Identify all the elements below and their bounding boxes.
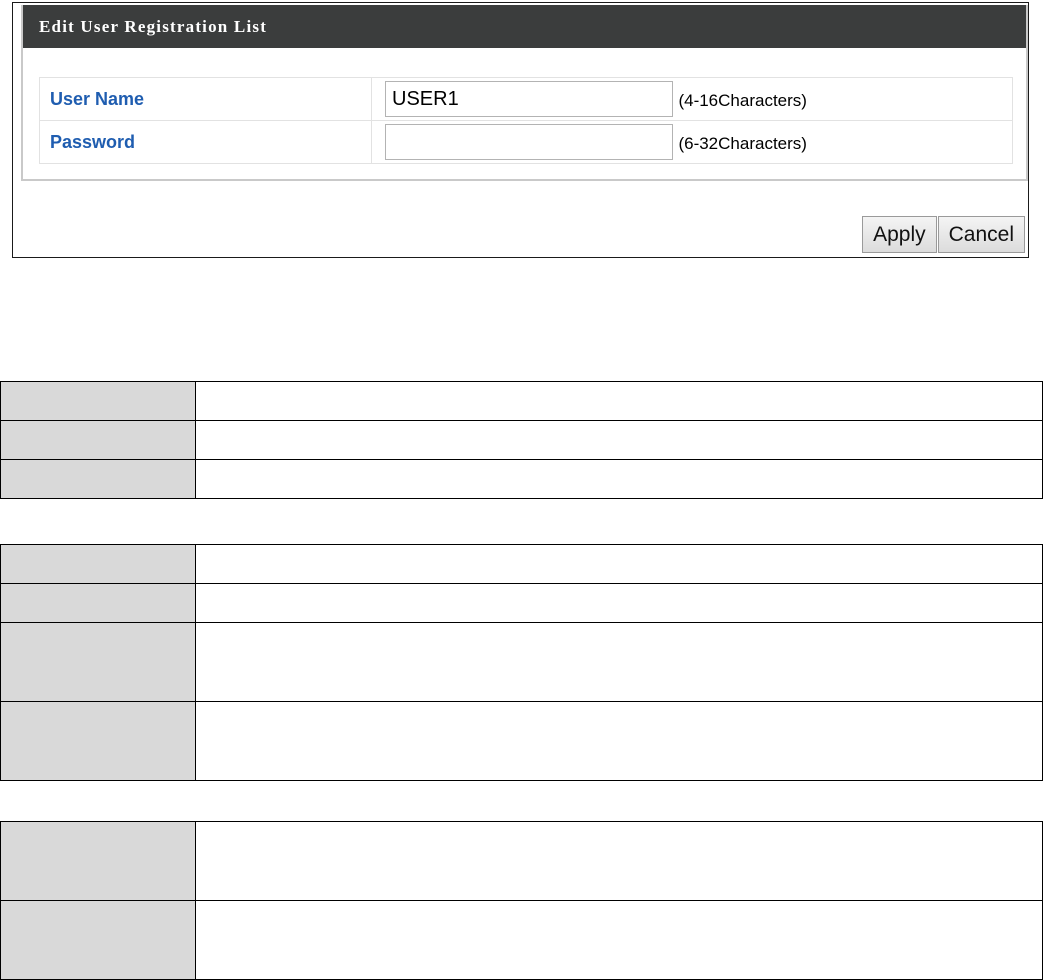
password-input[interactable]	[385, 124, 673, 160]
field-name-cell	[0, 583, 196, 623]
panel-title: Edit User Registration List	[23, 5, 1026, 48]
field-name-cell	[0, 622, 196, 702]
field-name-cell	[0, 701, 196, 781]
table-row	[0, 701, 1043, 781]
table-row	[0, 622, 1043, 702]
description-table-3	[0, 821, 1043, 980]
edit-user-form: Edit User Registration List User Name (4…	[21, 5, 1028, 181]
field-description-cell	[195, 622, 1043, 702]
user-name-label: User Name	[39, 77, 372, 121]
field-name-cell	[0, 459, 196, 499]
button-row: Apply Cancel	[862, 216, 1025, 253]
field-name-cell	[0, 821, 196, 901]
description-table-1	[0, 381, 1043, 499]
field-description-cell	[195, 459, 1043, 499]
user-name-hint: (4-16Characters)	[678, 91, 807, 110]
table-row	[0, 544, 1043, 584]
password-label: Password	[39, 120, 372, 164]
field-description-cell	[195, 381, 1043, 421]
user-name-input[interactable]	[385, 81, 673, 117]
password-hint: (6-32Characters)	[678, 134, 807, 153]
field-name-cell	[0, 381, 196, 421]
field-description-cell	[195, 900, 1043, 980]
table-row	[0, 459, 1043, 499]
table-row	[0, 583, 1043, 623]
field-description-cell	[195, 583, 1043, 623]
apply-button[interactable]: Apply	[862, 216, 937, 253]
field-description-cell	[195, 544, 1043, 584]
field-description-cell	[195, 420, 1043, 460]
field-description-cell	[195, 701, 1043, 781]
edit-user-panel: Edit User Registration List User Name (4…	[12, 2, 1029, 258]
settings-table: User Name (4-16Characters) Password (6-3…	[39, 77, 1013, 164]
field-description-cell	[195, 821, 1043, 901]
user-name-row: User Name (4-16Characters)	[39, 77, 1013, 121]
field-name-cell	[0, 420, 196, 460]
user-name-field-cell: (4-16Characters)	[371, 77, 1013, 121]
cancel-button[interactable]: Cancel	[937, 216, 1025, 253]
field-name-cell	[0, 900, 196, 980]
password-row: Password (6-32Characters)	[39, 120, 1013, 164]
description-table-2	[0, 544, 1043, 781]
table-row	[0, 420, 1043, 460]
table-row	[0, 381, 1043, 421]
password-field-cell: (6-32Characters)	[371, 120, 1013, 164]
table-row	[0, 821, 1043, 901]
field-name-cell	[0, 544, 196, 584]
table-row	[0, 900, 1043, 980]
